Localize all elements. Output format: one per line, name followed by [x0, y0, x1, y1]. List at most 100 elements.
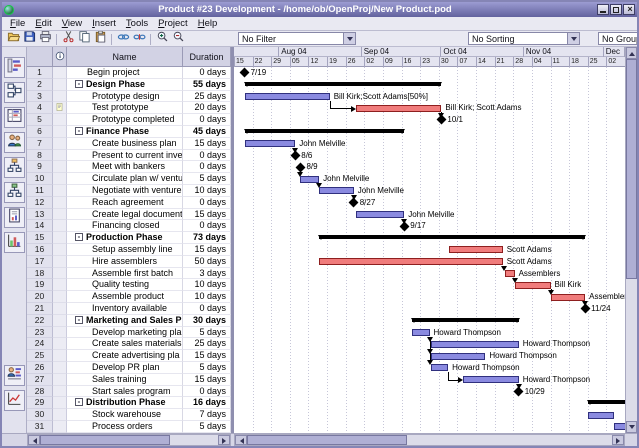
table-row[interactable]: 28 Start sales program 0 days [27, 385, 231, 398]
chevron-down-icon[interactable] [343, 33, 355, 44]
table-row[interactable]: 23 Develop marketing pla 5 days [27, 326, 231, 339]
link-button[interactable] [115, 32, 131, 46]
table-row[interactable]: 4 Test prototype 20 days [27, 102, 231, 115]
gantt-task-bar[interactable] [430, 352, 486, 360]
task-duration-cell[interactable]: 0 days [183, 161, 231, 174]
table-row[interactable]: 18 Assemble first batch 3 days [27, 267, 231, 280]
task-duration-cell[interactable]: 15 days [183, 350, 231, 362]
milestone-marker[interactable] [348, 197, 359, 208]
table-row[interactable]: 17 Hire assemblers 50 days [27, 255, 231, 268]
task-duration-cell[interactable]: 10 days [183, 291, 231, 303]
menu-tools[interactable]: Tools [121, 18, 153, 29]
task-name-cell[interactable]: Present to current inve [67, 149, 183, 162]
gantt-task-bar[interactable] [462, 376, 519, 384]
task-duration-cell[interactable]: 45 days [183, 125, 231, 138]
gantt-task-bar[interactable] [587, 411, 614, 419]
task-name-cell[interactable]: Assemble product [67, 291, 183, 303]
task-name-cell[interactable]: - Production Phase [67, 232, 183, 244]
maximize-button[interactable] [610, 4, 622, 15]
summary-bar[interactable] [412, 317, 519, 322]
task-duration-cell[interactable]: 16 days [183, 397, 231, 410]
collapse-toggle[interactable]: - [75, 79, 83, 88]
task-duration-cell[interactable]: 0 days [183, 385, 231, 398]
task-duration-cell[interactable]: 50 days [183, 255, 231, 268]
reports-view-button[interactable] [4, 207, 25, 228]
task-duration-cell[interactable]: 73 days [183, 232, 231, 244]
task-name-cell[interactable]: Create sales materials [67, 338, 183, 351]
milestone-marker[interactable] [295, 162, 306, 173]
gantt-task-bar[interactable] [319, 187, 354, 195]
task-name-cell[interactable]: Financing closed [67, 220, 183, 233]
collapse-toggle[interactable]: - [75, 398, 83, 407]
task-duration-cell[interactable]: 7 days [183, 409, 231, 421]
task-name-cell[interactable]: Meet with bankers [67, 161, 183, 174]
table-horizontal-scrollbar[interactable] [27, 434, 231, 446]
gantt-task-bar[interactable] [514, 281, 551, 289]
gantt-task-bar[interactable] [244, 140, 296, 148]
task-name-cell[interactable]: Begin project [67, 67, 183, 79]
gantt-task-bar[interactable] [319, 258, 503, 266]
table-row[interactable]: 10 Circulate plan w/ ventu 5 days [27, 173, 231, 185]
close-button[interactable]: × [623, 4, 635, 15]
gantt-horizontal-scrollbar[interactable] [234, 434, 625, 446]
row-number-column-header[interactable] [27, 47, 53, 67]
milestone-marker[interactable] [239, 67, 250, 78]
scroll-up-button[interactable] [626, 47, 637, 59]
table-row[interactable]: 20 Assemble product 10 days [27, 291, 231, 303]
chart-view-button[interactable] [4, 390, 25, 411]
row-number[interactable]: 18 [27, 267, 53, 280]
task-name-cell[interactable]: - Distribution Phase [67, 397, 183, 410]
task-name-cell[interactable]: Create advertising pla [67, 350, 183, 362]
task-duration-cell[interactable]: 15 days [183, 208, 231, 221]
scroll-down-button[interactable] [626, 421, 637, 433]
table-row[interactable]: 26 Develop PR plan 5 days [27, 361, 231, 374]
gantt-task-bar[interactable] [505, 270, 515, 277]
table-row[interactable]: 30 Stock warehouse 7 days [27, 409, 231, 421]
table-row[interactable]: 5 Prototype completed 0 days [27, 114, 231, 126]
duration-column-header[interactable]: Duration [183, 47, 231, 67]
task-name-cell[interactable]: Create business plan [67, 137, 183, 150]
row-number[interactable]: 24 [27, 338, 53, 351]
task-name-cell[interactable]: - Marketing and Sales P [67, 314, 183, 327]
table-row[interactable]: 2 - Design Phase 55 days [27, 78, 231, 91]
row-number[interactable]: 31 [27, 420, 53, 433]
table-row[interactable]: 13 Create legal document 15 days [27, 208, 231, 221]
task-name-cell[interactable]: Negotiate with venture [67, 184, 183, 197]
table-row[interactable]: 12 Reach agreement 0 days [27, 196, 231, 209]
row-number[interactable]: 8 [27, 149, 53, 162]
task-duration-cell[interactable]: 5 days [183, 361, 231, 374]
task-duration-cell[interactable]: 25 days [183, 90, 231, 103]
task-duration-cell[interactable]: 20 days [183, 102, 231, 115]
task-duration-cell[interactable]: 55 days [183, 78, 231, 91]
indicator-column-header[interactable] [53, 47, 67, 67]
task-name-cell[interactable]: Process orders [67, 420, 183, 433]
task-name-cell[interactable]: Sales training [67, 373, 183, 386]
table-row[interactable]: 1 Begin project 0 days [27, 67, 231, 79]
menu-insert[interactable]: Insert [87, 18, 121, 29]
table-row[interactable]: 9 Meet with bankers 0 days [27, 161, 231, 174]
scroll-left-button[interactable] [235, 435, 247, 445]
collapse-toggle[interactable]: - [75, 126, 83, 135]
table-row[interactable]: 21 Inventory available 0 days [27, 302, 231, 315]
task-name-cell[interactable]: Stock warehouse [67, 409, 183, 421]
print-button[interactable] [37, 31, 53, 46]
table-row[interactable]: 16 Setup assembly line 15 days [27, 243, 231, 256]
row-number[interactable]: 1 [27, 67, 53, 79]
task-name-cell[interactable]: - Finance Phase [67, 125, 183, 138]
network-view-button[interactable] [4, 82, 25, 103]
gantt-vertical-scrollbar[interactable] [625, 47, 637, 433]
scroll-left-button[interactable] [28, 435, 40, 445]
table-row[interactable]: 11 Negotiate with venture 10 days [27, 184, 231, 197]
row-number[interactable]: 5 [27, 114, 53, 126]
gantt-task-bar[interactable] [356, 211, 405, 218]
row-number[interactable]: 14 [27, 220, 53, 233]
menu-file[interactable]: File [5, 18, 30, 29]
copy-button[interactable] [76, 31, 92, 46]
gantt-view-button[interactable] [4, 57, 25, 78]
task-duration-cell[interactable]: 15 days [183, 137, 231, 150]
row-number[interactable]: 13 [27, 208, 53, 221]
task-duration-cell[interactable]: 10 days [183, 184, 231, 197]
table-row[interactable]: 14 Financing closed 0 days [27, 220, 231, 233]
row-number[interactable]: 26 [27, 361, 53, 374]
filter-dropdown[interactable]: No Filter [238, 32, 356, 45]
